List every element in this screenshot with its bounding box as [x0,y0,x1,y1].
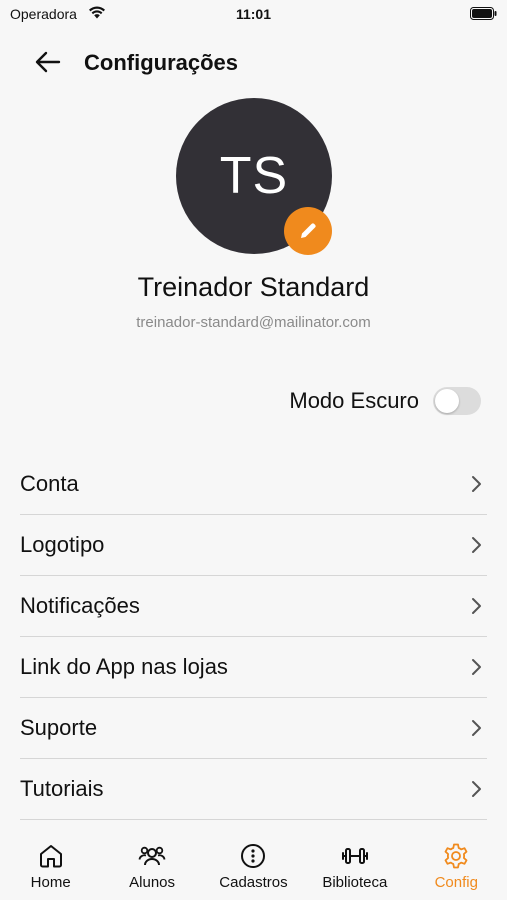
nav-item-biblioteca[interactable]: Biblioteca [305,842,405,891]
profile-name: Treinador Standard [137,272,370,302]
chevron-right-icon [472,781,481,797]
menu-item-label: Suporte [20,715,98,740]
nav-item-alunos[interactable]: Alunos [102,842,202,891]
arrow-left-icon [35,51,61,73]
status-time: 11:01 [235,6,272,22]
chevron-right-icon [472,476,481,492]
nav-item-home[interactable]: Home [1,842,101,891]
menu-item-label: Notificações [20,593,140,618]
settings-menu: Conta Logotipo Notificações Link do App … [20,454,487,820]
nav-label: Config [434,874,478,891]
home-icon [39,845,62,868]
nav-label: Cadastros [219,874,288,891]
dark-mode-label: Modo Escuro [289,388,419,413]
menu-item-label: Conta [20,471,79,496]
nav-label: Home [30,874,71,891]
menu-item-link-app[interactable]: Link do App nas lojas [20,637,487,698]
gear-icon [444,843,468,869]
menu-item-label: Link do App nas lojas [20,654,228,679]
menu-item-label: Logotipo [20,532,105,557]
chevron-right-icon [472,598,481,614]
back-button[interactable] [34,49,62,75]
nav-label: Biblioteca [322,874,388,891]
menu-item-suporte[interactable]: Suporte [20,698,487,759]
menu-item-tutoriais[interactable]: Tutoriais [20,759,487,820]
chevron-right-icon [472,720,481,736]
menu-item-conta[interactable]: Conta [20,454,487,515]
dumbbell-icon [341,848,368,864]
dark-mode-row: Modo Escuro [289,386,481,416]
page-title: Configurações [84,50,239,75]
chevron-right-icon [472,537,481,553]
profile-email: treinador-standard@mailinator.com [136,314,371,331]
header: Configurações [0,40,507,84]
toggle-knob [435,389,459,413]
dark-mode-toggle[interactable] [433,387,481,415]
more-circle-icon [241,844,266,868]
nav-item-config[interactable]: Config [406,842,506,891]
menu-item-logotipo[interactable]: Logotipo [20,515,487,576]
battery-icon [470,7,497,20]
nav-item-cadastros[interactable]: Cadastros [203,842,303,891]
status-bar: Operadora 11:01 [0,0,507,28]
users-icon [138,846,166,866]
nav-label: Alunos [129,874,176,891]
menu-item-notificacoes[interactable]: Notificações [20,576,487,637]
pencil-icon [301,223,316,238]
bottom-nav: Home Alunos Cadastros Biblioteca Config [0,820,507,900]
menu-item-label: Tutoriais [20,776,104,801]
edit-avatar-button[interactable] [284,207,332,255]
chevron-right-icon [472,659,481,675]
settings-screen: Operadora 11:01 Configurações TS Treinad… [0,0,507,900]
avatar-initials: TS [219,147,289,205]
